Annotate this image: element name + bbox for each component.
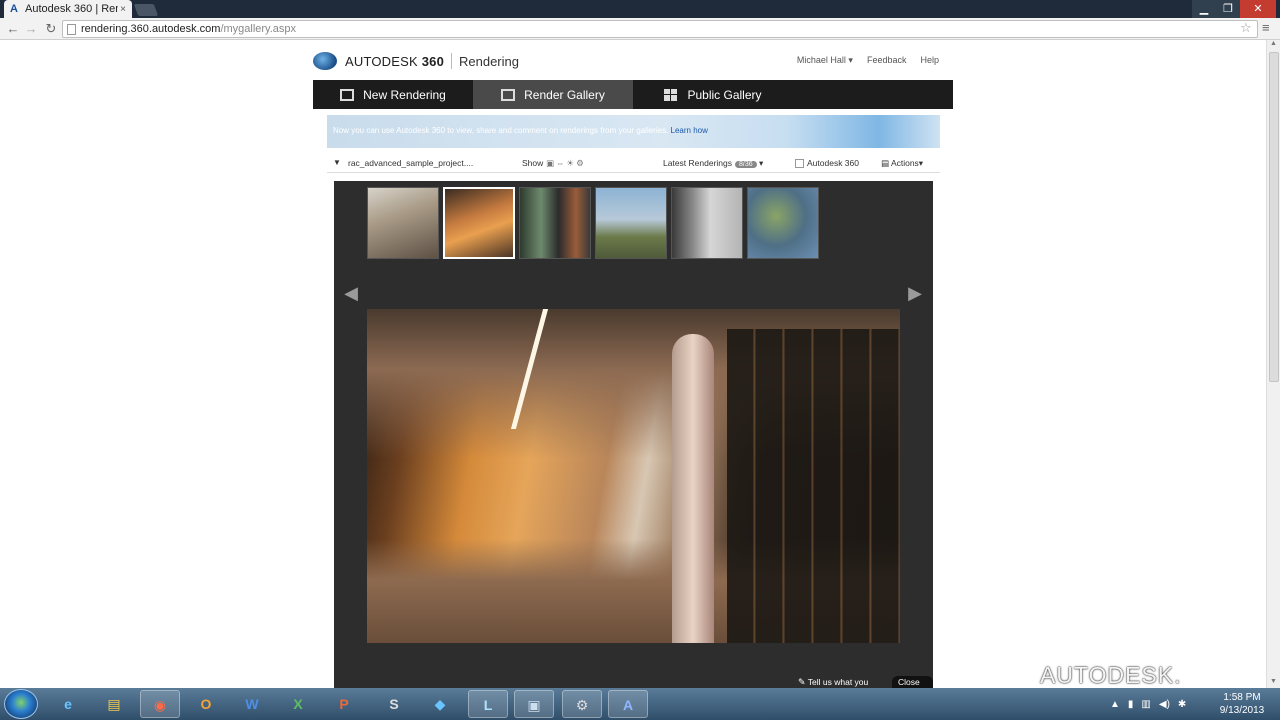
url-host: rendering.360.autodesk.com bbox=[81, 23, 221, 35]
autodesk-watermark: AUTODESK. bbox=[1040, 662, 1182, 688]
tab-new-rendering[interactable]: New Rendering bbox=[313, 80, 473, 109]
thumbnail-exterior-rendering[interactable] bbox=[595, 187, 667, 259]
address-bar[interactable]: rendering.360.autodesk.com/mygallery.asp… bbox=[62, 20, 1258, 38]
public-gallery-grid-icon bbox=[664, 88, 678, 101]
main-nav: New Rendering Render Gallery Public Gall… bbox=[313, 80, 953, 109]
actions-icon: ▤ bbox=[881, 158, 890, 168]
browser-tab[interactable]: A Autodesk 360 | Rend × bbox=[4, 0, 132, 18]
settings-app-icon[interactable]: ⚙ bbox=[562, 690, 602, 718]
page-scrollbar[interactable]: ▲ ▼ bbox=[1266, 40, 1280, 688]
outlook-icon[interactable]: O bbox=[186, 690, 226, 718]
tab-close-icon[interactable]: × bbox=[118, 4, 128, 15]
browser-toolbar: ← → ↻ rendering.360.autodesk.com/mygalle… bbox=[0, 18, 1280, 40]
info-banner: Now you can use Autodesk 360 to view, sh… bbox=[327, 115, 940, 148]
previous-arrow-icon[interactable]: ◀ bbox=[342, 281, 360, 305]
tab-title: Autodesk 360 | Rend bbox=[25, 3, 118, 15]
collapse-caret-icon[interactable]: ▼ bbox=[333, 158, 341, 167]
autodesk-360-label: Autodesk 360 bbox=[807, 158, 859, 168]
thumbnail-site-model-rendering[interactable] bbox=[747, 187, 819, 259]
new-rendering-icon bbox=[340, 88, 355, 101]
window-app-icon[interactable]: ▣ bbox=[514, 690, 554, 718]
edit-icon: ✎ bbox=[798, 677, 806, 687]
autodesk-360-checkbox[interactable] bbox=[795, 159, 804, 168]
sketch-app-icon[interactable]: S bbox=[374, 690, 414, 718]
network-icon[interactable]: ▥ bbox=[1141, 699, 1150, 710]
brand-divider bbox=[451, 53, 452, 69]
chrome-icon[interactable]: ◉ bbox=[140, 690, 180, 718]
cloud-sync-icon[interactable]: ✱ bbox=[1178, 699, 1186, 710]
rendering-image bbox=[367, 309, 900, 643]
gallery-filter-bar: ▼ rac_advanced_sample_project.... Show ▣… bbox=[327, 153, 940, 173]
menu-icon[interactable]: ≡ bbox=[1262, 20, 1276, 38]
project-selector[interactable]: rac_advanced_sample_project.... bbox=[348, 158, 473, 168]
minimize-button[interactable]: ▁ bbox=[1192, 0, 1216, 18]
close-window-button[interactable]: ✕ bbox=[1240, 0, 1276, 18]
thumbnail-interior-rendering[interactable] bbox=[519, 187, 591, 259]
new-tab-button[interactable] bbox=[133, 4, 159, 16]
user-links: Michael Hall ▾ Feedback Help bbox=[797, 55, 939, 66]
page-icon bbox=[67, 24, 76, 35]
view-mode-icons[interactable]: ▣⇔☀⚙ bbox=[546, 158, 586, 169]
volume-icon[interactable]: ◀) bbox=[1159, 699, 1170, 710]
thumbnail-hallway-rendering[interactable] bbox=[367, 187, 439, 259]
windows-taskbar: e ▤ ◉ O W X P S ◆ L ▣ ⚙ A ▲ ▮ ▥ ◀) ✱ 1:5… bbox=[0, 688, 1280, 720]
thumbnail-facade-rendering[interactable] bbox=[671, 187, 743, 259]
start-button[interactable] bbox=[4, 689, 38, 719]
scroll-up-icon[interactable]: ▲ bbox=[1267, 40, 1280, 50]
scroll-down-icon[interactable]: ▼ bbox=[1267, 678, 1280, 688]
show-hidden-icons-icon[interactable]: ▲ bbox=[1110, 699, 1120, 710]
autodesk-logo-icon bbox=[313, 52, 337, 70]
url-path: /mygallery.aspx bbox=[220, 23, 297, 35]
lync-icon[interactable]: L bbox=[468, 690, 508, 718]
feedback-link[interactable]: Feedback bbox=[867, 55, 907, 66]
rendering-count-badge: 8/36 bbox=[735, 161, 757, 168]
folder-icon[interactable]: ▤ bbox=[94, 690, 134, 718]
reload-icon[interactable]: ↻ bbox=[42, 20, 60, 38]
product-name: Rendering bbox=[459, 53, 519, 69]
show-label: Show bbox=[522, 158, 544, 168]
autodesk-app-icon[interactable]: A bbox=[608, 690, 648, 718]
maximize-button[interactable]: ❐ bbox=[1216, 0, 1240, 18]
excel-icon[interactable]: X bbox=[278, 690, 318, 718]
brand[interactable]: AUTODESK 360 Rendering bbox=[313, 50, 519, 72]
browser-titlebar: A Autodesk 360 | Rend × ▁ ❐ ✕ bbox=[0, 0, 1280, 18]
clock[interactable]: 1:58 PM 9/13/2013 bbox=[1212, 691, 1272, 717]
scroll-thumb[interactable] bbox=[1269, 52, 1279, 382]
dropbox-icon[interactable]: ◆ bbox=[420, 690, 460, 718]
brand-name: AUTODESK 360 bbox=[345, 53, 444, 69]
tab-public-gallery[interactable]: Public Gallery bbox=[633, 80, 793, 109]
back-arrow-icon[interactable]: ← bbox=[4, 20, 22, 38]
tab-render-gallery[interactable]: Render Gallery bbox=[473, 80, 633, 109]
thumbnail-atrium-rendering[interactable] bbox=[443, 187, 515, 259]
sort-dropdown[interactable]: Latest Renderings 8/36 ▾ bbox=[663, 158, 763, 169]
user-menu[interactable]: Michael Hall ▾ bbox=[797, 55, 853, 66]
rendering-viewer: ◀ ▶ ✎ Tell us what you think Close ⊗ bbox=[334, 181, 933, 699]
internet-explorer-icon[interactable]: e bbox=[48, 690, 88, 718]
word-icon[interactable]: W bbox=[232, 690, 272, 718]
bookmark-star-icon[interactable]: ☆ bbox=[1240, 20, 1254, 38]
learn-how-link[interactable]: Learn how bbox=[671, 126, 708, 135]
render-gallery-icon bbox=[501, 88, 516, 101]
banner-text: Now you can use Autodesk 360 to view, sh… bbox=[333, 126, 708, 135]
powerpoint-icon[interactable]: P bbox=[324, 690, 364, 718]
device-icon[interactable]: ▮ bbox=[1128, 699, 1134, 710]
system-tray: ▲ ▮ ▥ ◀) ✱ bbox=[1110, 688, 1186, 720]
actions-menu[interactable]: ▤ Actions▾ bbox=[881, 158, 923, 169]
next-arrow-icon[interactable]: ▶ bbox=[906, 281, 924, 305]
autodesk-favicon-icon: A bbox=[10, 3, 18, 15]
help-link[interactable]: Help bbox=[920, 55, 939, 66]
forward-arrow-icon[interactable]: → bbox=[22, 20, 40, 38]
thumbnail-strip bbox=[367, 187, 819, 259]
